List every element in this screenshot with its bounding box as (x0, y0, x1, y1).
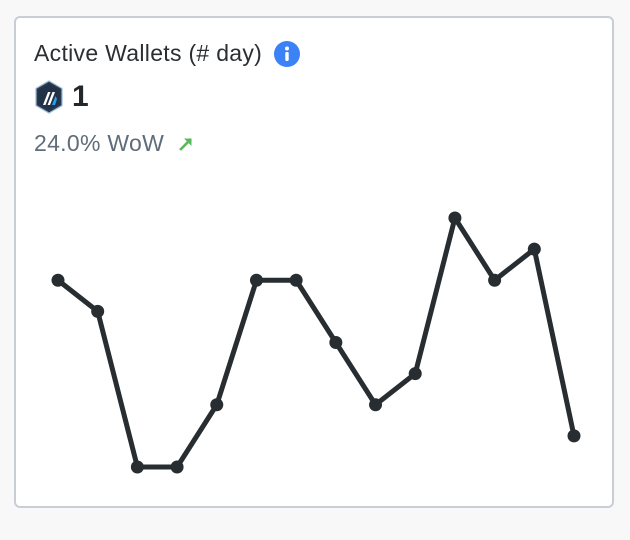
data-point[interactable] (448, 211, 462, 225)
data-point[interactable] (369, 398, 383, 412)
data-point[interactable] (329, 336, 343, 349)
series-line (55, 215, 577, 470)
active-wallets-line-chart (51, 211, 581, 474)
data-point[interactable] (488, 273, 502, 287)
data-point[interactable] (170, 460, 184, 474)
data-point[interactable] (249, 273, 263, 287)
data-point[interactable] (527, 242, 541, 256)
data-point[interactable] (408, 367, 422, 381)
data-point[interactable] (130, 460, 144, 474)
data-point[interactable] (567, 429, 581, 443)
data-point[interactable] (289, 273, 303, 287)
data-point[interactable] (210, 398, 224, 412)
data-point[interactable] (91, 304, 105, 318)
data-point[interactable] (51, 273, 65, 287)
